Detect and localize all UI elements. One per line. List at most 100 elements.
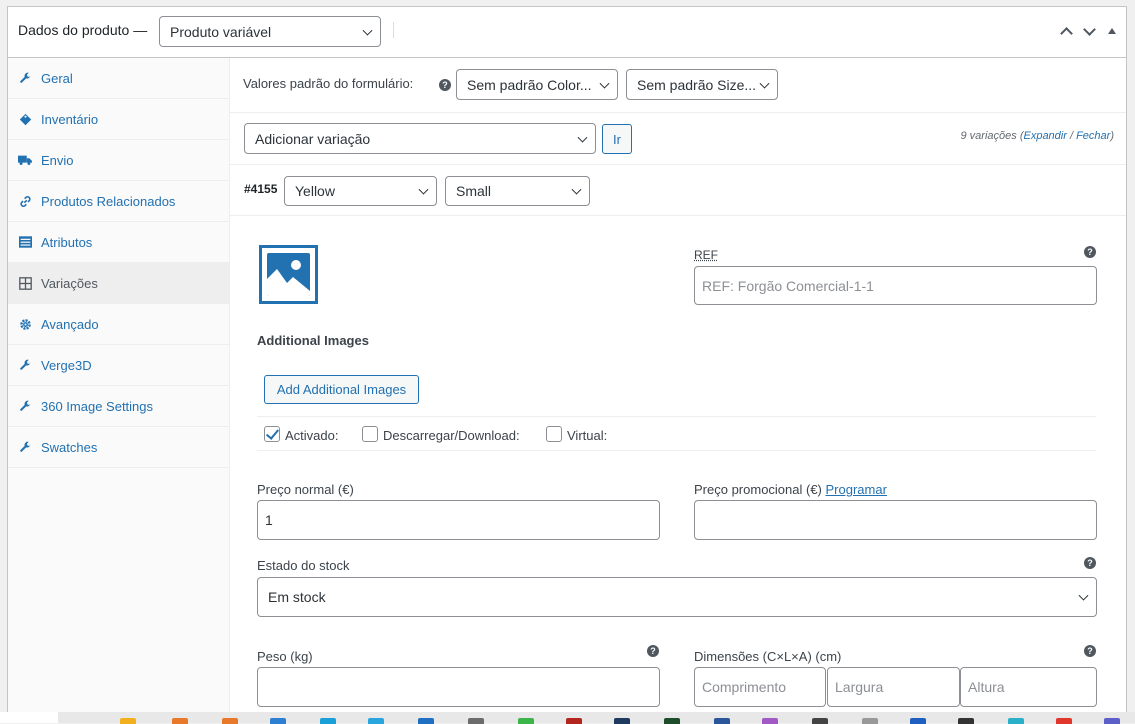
sale-price-label-text: Preço promocional (€) xyxy=(694,482,822,497)
tab-label: Inventário xyxy=(41,111,99,127)
default-color-select[interactable]: Sem padrão Color... xyxy=(456,69,618,100)
length-input[interactable]: Comprimento xyxy=(694,667,826,707)
tab-variacoes[interactable]: Variações xyxy=(8,263,229,304)
close-link[interactable]: Fechar xyxy=(1076,130,1110,142)
taskbar-app-icon[interactable] xyxy=(1104,718,1120,724)
taskbar-app-icon[interactable] xyxy=(1056,718,1072,724)
taskbar xyxy=(0,712,1135,724)
taskbar-app-icon[interactable] xyxy=(120,718,136,724)
tab-label: 360 Image Settings xyxy=(41,398,154,414)
dimensions-label: Dimensões (C×L×A) (cm) xyxy=(694,649,842,664)
help-icon[interactable]: ? xyxy=(1084,557,1096,569)
taskbar-app-icon[interactable] xyxy=(910,718,926,724)
help-icon[interactable]: ? xyxy=(1084,246,1096,258)
chevron-down-icon xyxy=(571,184,582,195)
variation-image-upload[interactable] xyxy=(259,245,318,304)
chevron-down-icon xyxy=(759,78,770,89)
taskbar-app-icon[interactable] xyxy=(566,718,582,724)
tab-atributos[interactable]: Atributos xyxy=(8,222,229,263)
add-additional-images-button[interactable]: Add Additional Images xyxy=(264,375,419,404)
tab-360-image-settings[interactable]: 360 Image Settings xyxy=(8,386,229,427)
tag-icon xyxy=(18,112,32,126)
tab-geral[interactable]: Geral xyxy=(8,58,229,99)
move-down-icon[interactable] xyxy=(1083,23,1096,36)
taskbar-app-icon[interactable] xyxy=(714,718,730,724)
taskbar-app-icon[interactable] xyxy=(614,718,630,724)
product-type-value: Produto variável xyxy=(170,23,272,40)
move-up-icon[interactable] xyxy=(1060,27,1073,40)
tab-verge3d[interactable]: Verge3D xyxy=(8,345,229,386)
wrench-icon xyxy=(18,71,32,85)
tab-produtos-relacionados[interactable]: Produtos Relacionados xyxy=(8,181,229,222)
header-divider xyxy=(393,22,394,38)
width-input[interactable]: Largura xyxy=(827,667,960,707)
help-icon[interactable]: ? xyxy=(439,79,451,91)
default-values-label: Valores padrão do formulário: xyxy=(243,76,414,91)
divider xyxy=(257,450,1096,451)
tab-label: Produtos Relacionados xyxy=(41,193,176,209)
taskbar-app-icon[interactable] xyxy=(762,718,778,724)
variation-color-value: Yellow xyxy=(295,183,335,199)
taskbar-app-icon[interactable] xyxy=(222,718,238,724)
taskbar-app-icon[interactable] xyxy=(320,718,336,724)
chevron-down-icon xyxy=(1078,590,1089,601)
go-button[interactable]: Ir xyxy=(602,124,632,154)
stock-status-select[interactable]: Em stock xyxy=(257,577,1097,617)
taskbar-app-icon[interactable] xyxy=(1008,718,1024,724)
product-type-select[interactable]: Produto variável xyxy=(159,16,381,47)
collapse-toggle-icon[interactable] xyxy=(1108,28,1116,34)
weight-input[interactable] xyxy=(257,667,660,707)
variation-color-select[interactable]: Yellow xyxy=(284,176,437,206)
taskbar-app-icon[interactable] xyxy=(862,718,878,724)
chevron-down-icon xyxy=(577,132,588,143)
tab-label: Variações xyxy=(41,275,98,291)
tab-envio[interactable]: Envio xyxy=(8,140,229,181)
schedule-link[interactable]: Programar xyxy=(826,482,887,497)
panel-controls xyxy=(1060,23,1116,40)
ref-input[interactable]: REF: Forgão Comercial-1-1 xyxy=(694,266,1097,305)
list-icon xyxy=(18,235,32,249)
tab-label: Verge3D xyxy=(41,357,92,373)
variation-action-value: Adicionar variação xyxy=(255,130,371,147)
enabled-checkbox[interactable] xyxy=(264,426,280,442)
taskbar-app-icon[interactable] xyxy=(958,718,974,724)
taskbar-app-icon[interactable] xyxy=(270,718,286,724)
tab-swatches[interactable]: Swatches xyxy=(8,427,229,468)
virtual-checkbox[interactable] xyxy=(546,426,562,442)
taskbar-app-icon[interactable] xyxy=(518,718,534,724)
variation-size-select[interactable]: Small xyxy=(445,176,590,206)
sale-price-input[interactable] xyxy=(694,500,1097,540)
regular-price-label: Preço normal (€) xyxy=(257,482,354,497)
close-paren: ) xyxy=(1110,130,1114,142)
taskbar-app-icon[interactable] xyxy=(368,718,384,724)
variations-count-text: 9 variações xyxy=(960,130,1017,142)
regular-price-input[interactable]: 1 xyxy=(257,500,660,540)
stock-status-label: Estado do stock xyxy=(257,558,350,573)
image-placeholder-icon xyxy=(267,253,310,296)
height-input[interactable]: Altura xyxy=(960,667,1097,707)
tab-inventario[interactable]: Inventário xyxy=(8,99,229,140)
gear-icon xyxy=(18,317,32,331)
help-icon[interactable]: ? xyxy=(647,645,659,657)
variation-action-select[interactable]: Adicionar variação xyxy=(244,123,596,154)
taskbar-app-icon[interactable] xyxy=(664,718,680,724)
additional-images-label: Additional Images xyxy=(257,333,369,348)
taskbar-search-area[interactable] xyxy=(0,712,58,723)
taskbar-app-icon[interactable] xyxy=(418,718,434,724)
default-size-value: Sem padrão Size... xyxy=(637,76,757,93)
download-checkbox[interactable] xyxy=(362,426,378,442)
slash: / xyxy=(1066,130,1077,142)
taskbar-app-icon[interactable] xyxy=(172,718,188,724)
product-data-panel: Dados do produto — Produto variável Gera… xyxy=(7,6,1127,723)
chevron-down-icon xyxy=(599,78,610,89)
wrench-icon xyxy=(18,399,32,413)
taskbar-app-icon[interactable] xyxy=(468,718,484,724)
expand-link[interactable]: Expandir xyxy=(1023,130,1066,142)
help-icon[interactable]: ? xyxy=(1084,645,1096,657)
sale-price-label: Preço promocional (€) Programar xyxy=(694,482,887,497)
truck-icon xyxy=(18,153,32,167)
taskbar-app-icon[interactable] xyxy=(812,718,828,724)
default-size-select[interactable]: Sem padrão Size... xyxy=(626,69,778,100)
variation-size-value: Small xyxy=(456,183,492,199)
tab-avancado[interactable]: Avançado xyxy=(8,304,229,345)
